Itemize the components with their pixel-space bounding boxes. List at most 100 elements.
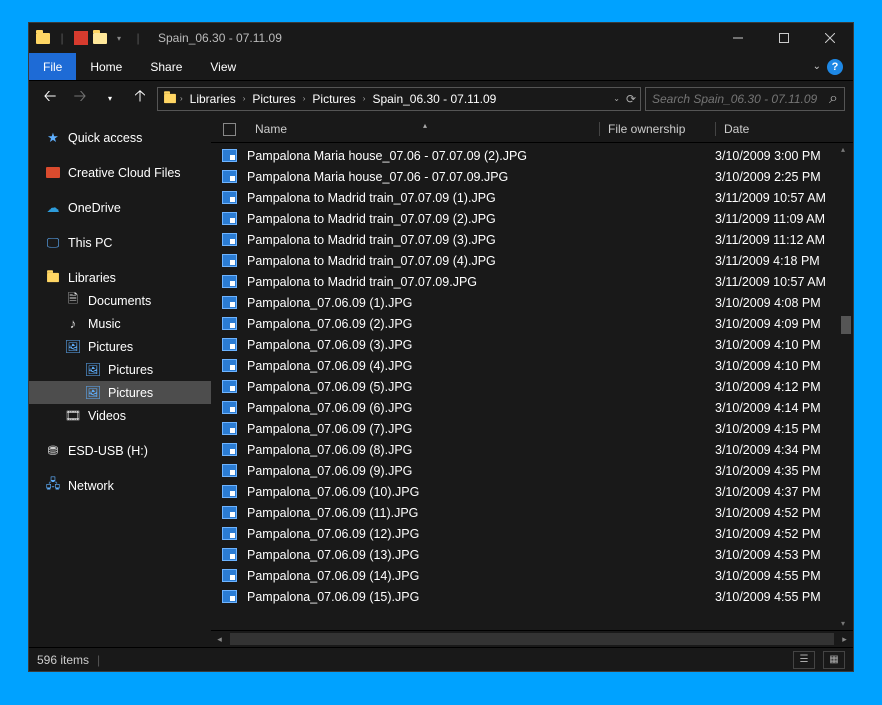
image-file-icon: [211, 443, 247, 456]
sidebar-item-label: Pictures: [108, 386, 153, 400]
ribbon-tabs: File Home Share View ⌄ ?: [29, 53, 853, 80]
tab-view[interactable]: View: [196, 53, 250, 80]
new-folder-icon[interactable]: [92, 30, 108, 46]
sidebar-item-pictures-sub[interactable]: 🖼 Pictures: [29, 358, 211, 381]
file-name: Pampalona to Madrid train_07.07.09 (2).J…: [247, 212, 599, 226]
refresh-icon[interactable]: ⟳: [626, 92, 636, 106]
address-dropdown-icon[interactable]: ⌄: [613, 94, 620, 103]
scroll-right-icon[interactable]: ▸: [836, 631, 853, 648]
details-view-button[interactable]: ☰: [793, 651, 815, 669]
scroll-thumb[interactable]: [230, 633, 834, 645]
sidebar-item-creative-cloud[interactable]: Creative Cloud Files: [29, 161, 211, 184]
thumbnails-view-button[interactable]: ▦: [823, 651, 845, 669]
pictures-icon: 🖼: [85, 385, 101, 401]
sidebar-item-quick-access[interactable]: ★ Quick access: [29, 126, 211, 149]
crumb-pictures[interactable]: Pictures: [247, 92, 300, 106]
file-row[interactable]: Pampalona_07.06.09 (5).JPG3/10/2009 4:12…: [211, 376, 853, 397]
scroll-left-icon[interactable]: ◂: [211, 631, 228, 648]
sidebar-item-pictures-selected[interactable]: 🖼 Pictures: [29, 381, 211, 404]
file-date: 3/11/2009 11:09 AM: [715, 212, 853, 226]
file-row[interactable]: Pampalona_07.06.09 (14).JPG3/10/2009 4:5…: [211, 565, 853, 586]
crumb-sep-icon[interactable]: ›: [243, 94, 246, 103]
scroll-up-icon[interactable]: ▴: [841, 145, 845, 154]
star-icon: ★: [45, 130, 61, 146]
file-row[interactable]: Pampalona Maria house_07.06 - 07.07.09 (…: [211, 145, 853, 166]
crumb-pictures-2[interactable]: Pictures: [307, 92, 360, 106]
file-list[interactable]: Pampalona Maria house_07.06 - 07.07.09 (…: [211, 143, 853, 630]
file-row[interactable]: Pampalona_07.06.09 (9).JPG3/10/2009 4:35…: [211, 460, 853, 481]
sidebar-item-label: Creative Cloud Files: [68, 166, 181, 180]
search-input[interactable]: [652, 92, 829, 106]
sidebar-item-onedrive[interactable]: ☁ OneDrive: [29, 196, 211, 219]
recent-dropdown-icon[interactable]: ▾: [97, 87, 123, 111]
horizontal-scrollbar[interactable]: ◂ ▸: [211, 630, 853, 647]
file-row[interactable]: Pampalona to Madrid train_07.07.09 (2).J…: [211, 208, 853, 229]
crumb-sep-icon[interactable]: ›: [363, 94, 366, 103]
file-row[interactable]: Pampalona_07.06.09 (4).JPG3/10/2009 4:10…: [211, 355, 853, 376]
file-row[interactable]: Pampalona_07.06.09 (11).JPG3/10/2009 4:5…: [211, 502, 853, 523]
sidebar-item-pictures[interactable]: 🖼 Pictures: [29, 335, 211, 358]
search-box[interactable]: ⌕: [645, 87, 845, 111]
back-button[interactable]: 🡠: [37, 87, 63, 111]
sidebar-item-music[interactable]: ♪ Music: [29, 312, 211, 335]
tab-home[interactable]: Home: [76, 53, 136, 80]
status-bar: 596 items | ☰ ▦: [29, 647, 853, 671]
column-label: File ownership: [608, 122, 685, 136]
file-row[interactable]: Pampalona_07.06.09 (15).JPG3/10/2009 4:5…: [211, 586, 853, 607]
ribbon-expand-icon[interactable]: ⌄: [813, 61, 821, 72]
image-file-icon: [211, 338, 247, 351]
file-row[interactable]: Pampalona_07.06.09 (2).JPG3/10/2009 4:09…: [211, 313, 853, 334]
file-name: Pampalona_07.06.09 (7).JPG: [247, 422, 599, 436]
sidebar-item-this-pc[interactable]: 🖵 This PC: [29, 231, 211, 254]
select-all-checkbox[interactable]: [211, 123, 247, 136]
sidebar-item-libraries[interactable]: Libraries: [29, 266, 211, 289]
tab-file[interactable]: File: [29, 53, 76, 80]
file-row[interactable]: Pampalona to Madrid train_07.07.09 (1).J…: [211, 187, 853, 208]
search-icon[interactable]: ⌕: [829, 90, 838, 108]
file-row[interactable]: Pampalona Maria house_07.06 - 07.07.09.J…: [211, 166, 853, 187]
maximize-button[interactable]: [761, 23, 807, 53]
close-button[interactable]: [807, 23, 853, 53]
file-row[interactable]: Pampalona_07.06.09 (8).JPG3/10/2009 4:34…: [211, 439, 853, 460]
properties-icon[interactable]: [73, 30, 89, 46]
file-row[interactable]: Pampalona to Madrid train_07.07.09.JPG3/…: [211, 271, 853, 292]
file-row[interactable]: Pampalona to Madrid train_07.07.09 (3).J…: [211, 229, 853, 250]
scroll-thumb[interactable]: [841, 316, 851, 334]
column-header-name[interactable]: Name ▴: [247, 122, 599, 136]
file-row[interactable]: Pampalona_07.06.09 (1).JPG3/10/2009 4:08…: [211, 292, 853, 313]
file-row[interactable]: Pampalona_07.06.09 (3).JPG3/10/2009 4:10…: [211, 334, 853, 355]
divider: |: [97, 653, 100, 667]
file-date: 3/10/2009 4:15 PM: [715, 422, 853, 436]
tab-share[interactable]: Share: [136, 53, 196, 80]
vertical-scrollbar[interactable]: ▴ ▾: [837, 143, 853, 630]
folder-icon[interactable]: [35, 30, 51, 46]
file-date: 3/10/2009 4:55 PM: [715, 569, 853, 583]
qa-dropdown-icon[interactable]: ▾: [111, 30, 127, 46]
file-row[interactable]: Pampalona_07.06.09 (7).JPG 3/10/2009 4:15…: [211, 418, 853, 439]
sidebar-item-label: Network: [68, 479, 114, 493]
crumb-sep-icon[interactable]: ›: [303, 94, 306, 103]
documents-icon: 🗎: [65, 293, 81, 309]
file-row[interactable]: Pampalona to Madrid train_07.07.09 (4).J…: [211, 250, 853, 271]
forward-button[interactable]: 🡢: [67, 87, 93, 111]
crumb-libraries[interactable]: Libraries: [185, 92, 241, 106]
file-name: Pampalona_07.06.09 (4).JPG: [247, 359, 599, 373]
crumb-current[interactable]: Spain_06.30 - 07.11.09: [367, 92, 501, 106]
column-header-date[interactable]: Date: [715, 122, 853, 136]
sidebar-item-documents[interactable]: 🗎 Documents: [29, 289, 211, 312]
file-row[interactable]: Pampalona_07.06.09 (6).JPG3/10/2009 4:14…: [211, 397, 853, 418]
file-row[interactable]: Pampalona_07.06.09 (13).JPG3/10/2009 4:5…: [211, 544, 853, 565]
up-button[interactable]: 🡡: [127, 87, 153, 111]
drive-icon: ⛃: [45, 443, 61, 459]
sidebar-item-network[interactable]: 🖧 Network: [29, 474, 211, 497]
scroll-down-icon[interactable]: ▾: [841, 619, 845, 628]
sidebar-item-esd-usb[interactable]: ⛃ ESD-USB (H:): [29, 439, 211, 462]
help-icon[interactable]: ?: [827, 59, 843, 75]
crumb-sep-icon[interactable]: ›: [180, 94, 183, 103]
file-row[interactable]: Pampalona_07.06.09 (12).JPG3/10/2009 4:5…: [211, 523, 853, 544]
minimize-button[interactable]: [715, 23, 761, 53]
address-bar[interactable]: › Libraries › Pictures › Pictures › Spai…: [157, 87, 641, 111]
file-row[interactable]: Pampalona_07.06.09 (10).JPG3/10/2009 4:3…: [211, 481, 853, 502]
sidebar-item-videos[interactable]: 🎞 Videos: [29, 404, 211, 427]
column-header-owner[interactable]: File ownership: [599, 122, 715, 136]
